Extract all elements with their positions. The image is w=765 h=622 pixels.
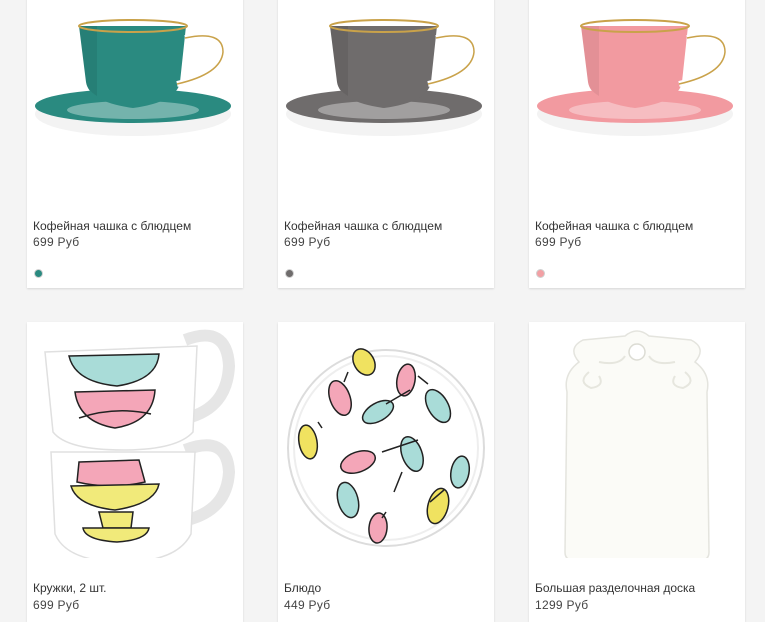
product-name[interactable]: Кофейная чашка с блюдцем — [535, 219, 693, 233]
product-name[interactable]: Кружки, 2 шт. — [33, 581, 106, 595]
product-card[interactable]: Большая разделочная доска 1299 Руб — [529, 322, 745, 622]
board-shape — [564, 330, 710, 558]
product-price: 1299 Руб — [535, 598, 589, 612]
product-image[interactable] — [27, 0, 243, 180]
product-image[interactable] — [278, 0, 494, 180]
product-card[interactable]: Кофейная чашка с блюдцем 699 Руб — [529, 0, 745, 288]
product-price: 699 Руб — [33, 598, 80, 612]
product-price: 699 Руб — [284, 235, 331, 249]
product-name[interactable]: Большая разделочная доска — [535, 581, 695, 595]
product-name[interactable]: Блюдо — [284, 581, 321, 595]
product-price: 699 Руб — [535, 235, 582, 249]
product-card[interactable]: Кружки, 2 шт. 699 Руб — [27, 322, 243, 622]
color-swatch[interactable] — [34, 269, 43, 278]
color-swatch[interactable] — [285, 269, 294, 278]
product-price: 449 Руб — [284, 598, 331, 612]
color-swatch[interactable] — [536, 269, 545, 278]
board-hole — [628, 343, 646, 361]
product-card[interactable]: Кофейная чашка с блюдцем 699 Руб — [27, 0, 243, 288]
product-card[interactable]: Блюдо 449 Руб — [278, 322, 494, 622]
product-image[interactable] — [27, 322, 243, 558]
product-image[interactable] — [278, 322, 494, 558]
product-name[interactable]: Кофейная чашка с блюдцем — [284, 219, 442, 233]
product-name[interactable]: Кофейная чашка с блюдцем — [33, 219, 191, 233]
product-image[interactable] — [529, 322, 745, 558]
product-image[interactable] — [529, 0, 745, 180]
product-card[interactable]: Кофейная чашка с блюдцем 699 Руб — [278, 0, 494, 288]
product-price: 699 Руб — [33, 235, 80, 249]
